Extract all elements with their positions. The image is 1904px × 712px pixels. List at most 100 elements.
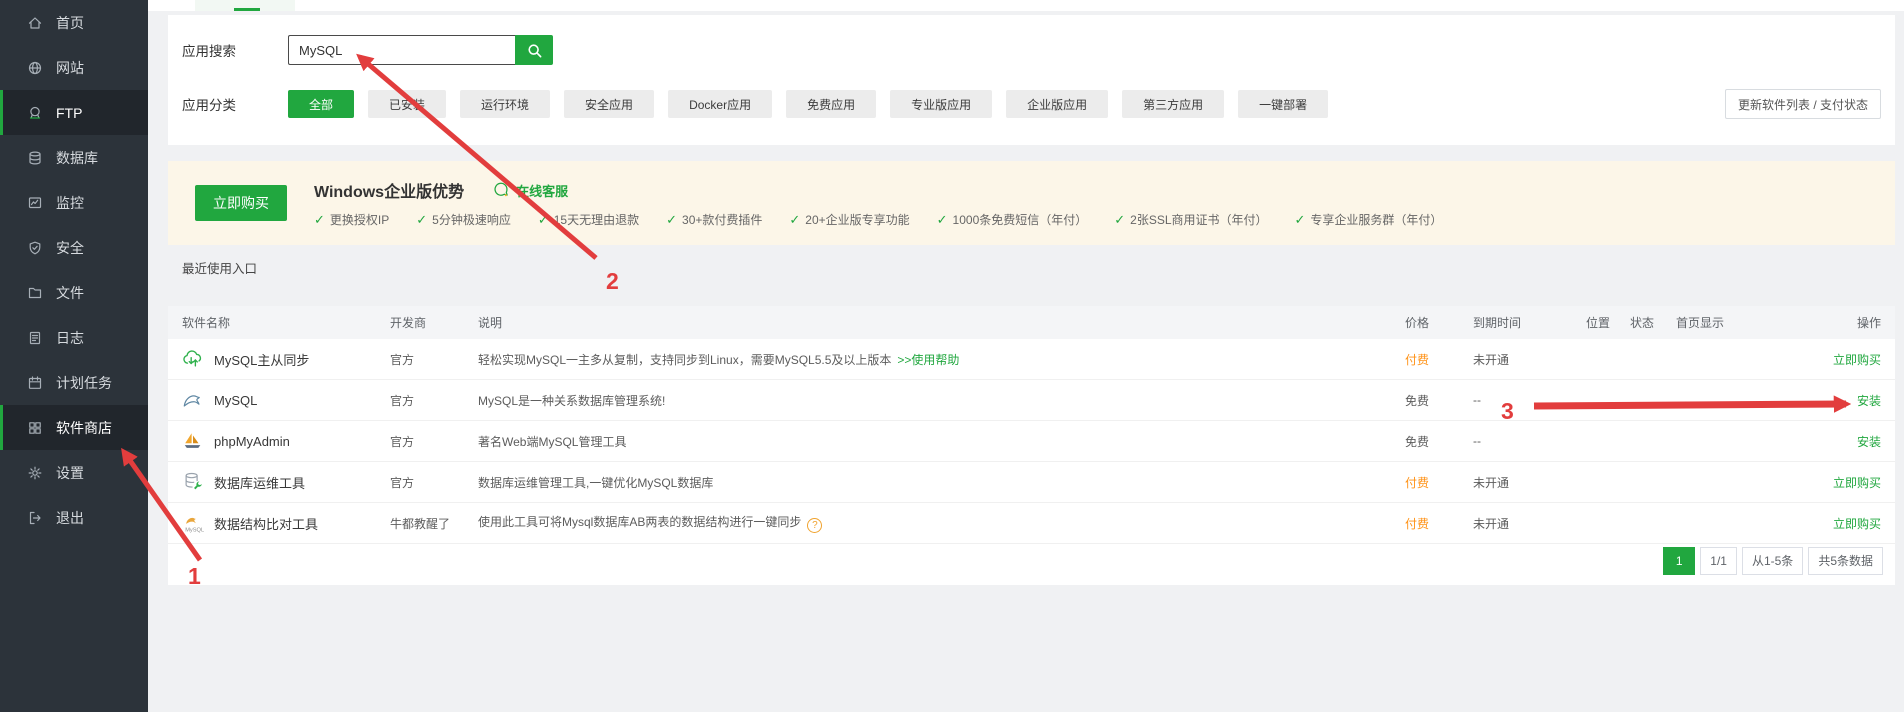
buy-link[interactable]: 立即购买 [1833,517,1881,531]
category-runtime[interactable]: 运行环境 [460,90,550,118]
app-search-input[interactable] [288,35,515,65]
table-row: phpMyAdmin官方著名Web端MySQL管理工具免费--安装 [168,421,1895,462]
phpmyadmin-icon [182,430,204,452]
banner-body: Windows企业版优势 在线客服 ✓更换授权IP✓5分钟极速响应✓15天无理由… [314,178,1469,228]
description: 数据库运维管理工具,一键优化MySQL数据库 [478,476,713,490]
sidebar-item-site[interactable]: 网站 [0,45,148,90]
category-deploy[interactable]: 一键部署 [1238,90,1328,118]
category-installed[interactable]: 已安装 [368,90,446,118]
sidebar-item-ftp[interactable]: FTP [0,90,148,135]
buy-link[interactable]: 立即购买 [1833,353,1881,367]
svg-text:MySQL: MySQL [185,527,204,533]
online-support-label: 在线客服 [516,181,568,200]
feature-label: 1000条免费短信（年付） [953,211,1088,228]
folder-icon [27,285,43,301]
table-row: MySQL数据结构比对工具牛都教醒了使用此工具可将Mysql数据库AB两表的数据… [168,503,1895,544]
price: 免费 [1405,380,1473,421]
buy-link[interactable]: 立即购买 [1833,476,1881,490]
feature-label: 2张SSL商用证书（年付） [1130,211,1267,228]
sidebar-item-label: 设置 [56,463,84,483]
update-software-list-button[interactable]: 更新软件列表 / 支付状态 [1725,89,1881,119]
software-name: 数据结构比对工具 [214,514,318,533]
sidebar-item-label: 计划任务 [56,373,112,393]
install-link[interactable]: 安装 [1857,394,1881,408]
recent-entry-label: 最近使用入口 [182,258,257,277]
sidebar-item-files[interactable]: 文件 [0,270,148,315]
expire-time: 未开通 [1473,339,1586,380]
check-icon: ✓ [789,212,800,228]
sidebar-item-cron[interactable]: 计划任务 [0,360,148,405]
log-icon [27,330,43,346]
software-store-page: 首页网站FTP数据库监控安全文件日志计划任务软件商店设置退出 应用搜索 应用分类… [0,0,1904,712]
category-free[interactable]: 免费应用 [786,90,876,118]
check-icon: ✓ [666,212,677,228]
banner-feature: ✓专享企业服务群（年付） [1295,211,1443,228]
sidebar-item-config[interactable]: 设置 [0,450,148,495]
sidebar-item-logout[interactable]: 退出 [0,495,148,540]
mysql-icon [182,389,204,411]
banner-feature: ✓5分钟极速响应 [416,211,511,228]
pagination: 1 1/1 从1-5条 共5条数据 [1663,547,1883,575]
sidebar-item-database[interactable]: 数据库 [0,135,148,180]
gear-icon [27,465,43,481]
online-support-link[interactable]: 在线客服 [492,181,568,200]
position-cell [1586,462,1630,503]
logout-icon [27,510,43,526]
question-icon[interactable]: ? [807,518,822,533]
category-thirdparty[interactable]: 第三方应用 [1122,90,1224,118]
category-pro[interactable]: 专业版应用 [890,90,992,118]
column-header: 说明 [478,306,1405,339]
page-number[interactable]: 1 [1663,547,1695,575]
expire-time: 未开通 [1473,503,1586,544]
banner-feature: ✓ 1000条免费短信（年付） [937,211,1088,228]
sidebar-item-label: 安全 [56,238,84,258]
check-icon: ✓ [937,212,948,228]
developer: 牛都教醒了 [390,503,478,544]
search-button[interactable] [515,35,553,65]
category-docker[interactable]: Docker应用 [668,90,772,118]
tab-strip [148,0,1904,11]
sidebar-item-monitor[interactable]: 监控 [0,180,148,225]
software-table-card: 软件名称开发商说明价格到期时间位置状态首页显示操作 MySQL主从同步官方轻松实… [168,306,1895,585]
home-icon [27,15,43,31]
enterprise-banner: 立即购买 Windows企业版优势 在线客服 ✓更换授权IP✓5分钟极速响应✓1… [168,161,1895,245]
feature-label: 15天无理由退款 [554,211,639,228]
index-show-cell [1676,421,1766,462]
monitor-icon [27,195,43,211]
help-link[interactable]: >>使用帮助 [897,353,959,367]
description: MySQL是一种关系数据库管理系统! [478,394,665,408]
install-link[interactable]: 安装 [1857,435,1881,449]
banner-features: ✓更换授权IP✓5分钟极速响应✓15天无理由退款✓30+款付费插件✓20+企业版… [314,211,1469,228]
sidebar-item-logs[interactable]: 日志 [0,315,148,360]
description: 著名Web端MySQL管理工具 [478,435,626,449]
category-all[interactable]: 全部 [288,90,354,118]
shield-icon [27,240,43,256]
sidebar-item-label: FTP [56,105,82,121]
column-header: 开发商 [390,306,478,339]
check-icon: ✓ [314,212,325,228]
column-header: 到期时间 [1473,306,1586,339]
search-icon [526,42,543,59]
check-icon: ✓ [1114,212,1125,228]
expire-time: -- [1473,421,1586,462]
developer: 官方 [390,339,478,380]
store-icon [27,420,43,436]
sidebar-item-store[interactable]: 软件商店 [0,405,148,450]
database-icon [27,150,43,166]
chat-icon [492,181,510,199]
sidebar-item-security[interactable]: 安全 [0,225,148,270]
table-row: 数据库运维工具官方数据库运维管理工具,一键优化MySQL数据库付费未开通立即购买 [168,462,1895,503]
category-enterprise[interactable]: 企业版应用 [1006,90,1108,118]
feature-label: 30+款付费插件 [682,211,762,228]
globe-icon [27,60,43,76]
index-show-cell [1676,339,1766,380]
search-filter-card: 应用搜索 应用分类 全部已安装运行环境安全应用Docker应用免费应用专业版应用… [168,15,1895,145]
schedule-icon [27,375,43,391]
status-cell [1630,421,1676,462]
sidebar-item-home[interactable]: 首页 [0,0,148,45]
expire-time: -- [1473,380,1586,421]
buy-now-button[interactable]: 立即购买 [195,185,287,221]
sidebar-item-label: 退出 [56,508,84,528]
category-security-app[interactable]: 安全应用 [564,90,654,118]
software-name: phpMyAdmin [214,434,290,449]
